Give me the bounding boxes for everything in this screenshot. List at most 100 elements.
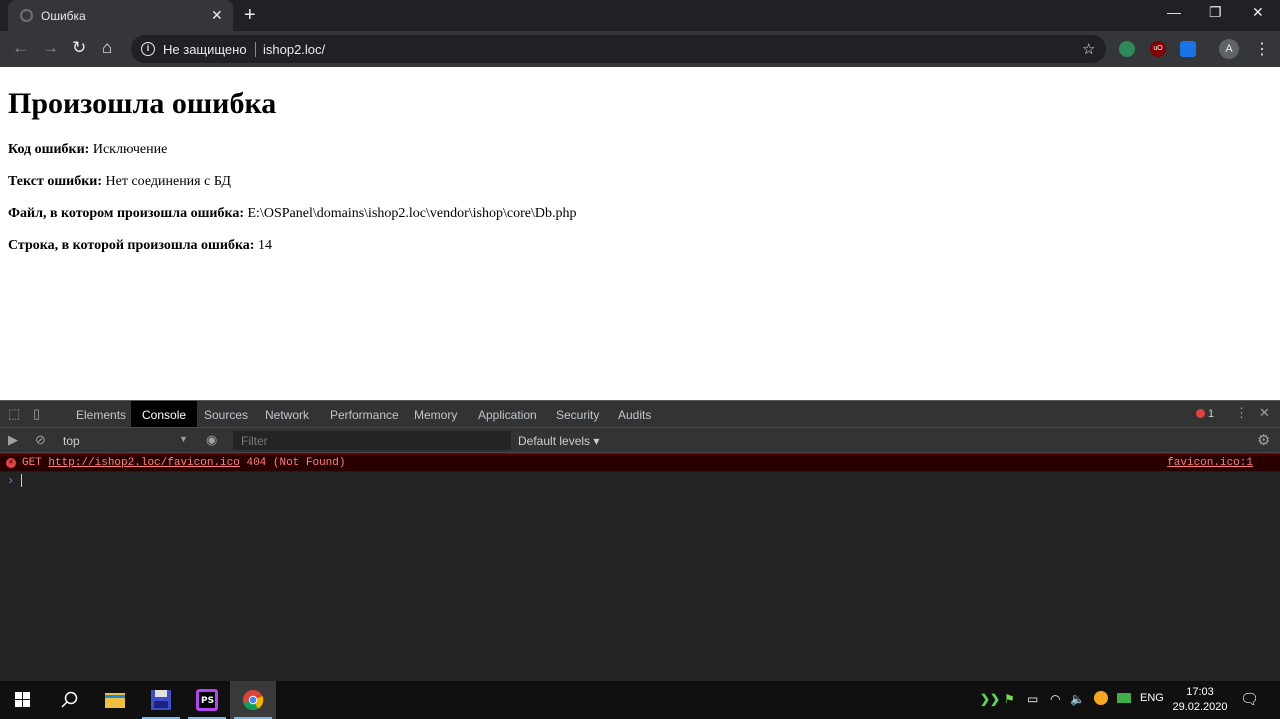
tab-console[interactable]: Console [131,401,198,427]
browser-tab[interactable]: Ошибка ✕ [8,0,233,31]
row-label: Код ошибки: [8,142,90,157]
tab-elements[interactable]: Elements [65,401,137,427]
devtools-tabbar: ⬚ ▯ Elements Console Sources Network Per… [0,401,1280,428]
security-label[interactable]: Не защищено [163,42,247,57]
taskbar-chrome[interactable] [230,681,276,719]
console-toolbar: ▶ ⊘ top ▼ ◉ Default levels ▾ ⚙ [0,428,1280,453]
globe-icon [20,9,33,22]
minimize-icon[interactable]: — [1167,4,1181,20]
chrome-icon [243,690,264,711]
row-value: Исключение [92,142,168,157]
search-button[interactable] [46,681,92,719]
notifications-icon[interactable]: 🗨 [1240,690,1259,708]
tab-network[interactable]: Network [254,401,320,427]
row-value: 14 [257,238,272,253]
home-icon[interactable]: ⌂ [102,39,112,57]
volume-icon[interactable]: 🔈 [1070,692,1085,706]
window-close-icon[interactable]: ✕ [1252,4,1264,20]
tab-audits[interactable]: Audits [607,401,662,427]
devtools-panel: ⬚ ▯ Elements Console Sources Network Per… [0,400,1280,681]
url-text[interactable]: ishop2.loc/ [263,42,325,57]
battery-icon[interactable]: ▭ [1027,692,1038,706]
log-levels-dropdown[interactable]: Default levels ▾ [518,434,599,448]
ublock-icon[interactable]: uO [1150,41,1166,57]
tab-application[interactable]: Application [467,401,548,427]
error-row-file: Файл, в котором произошла ошибка: E:\OSP… [8,206,576,222]
tab-security[interactable]: Security [545,401,610,427]
inspect-element-icon[interactable]: ⬚ [8,407,20,421]
error-dot-icon [1196,409,1205,418]
error-row-code: Код ошибки: Исключение [8,142,167,158]
wifi-icon[interactable]: ◠ [1050,692,1060,706]
sidebar-toggle-icon[interactable]: ▶ [8,433,18,447]
page-heading: Произошла ошибка [8,87,277,120]
taskbar-phpstorm[interactable]: PS [184,681,230,719]
console-prompt-icon: › [7,474,15,488]
start-button[interactable] [0,681,46,719]
row-label: Текст ошибки: [8,174,103,189]
new-tab-icon[interactable]: + [244,4,256,26]
error-row-line: Строка, в которой произошла ошибка: 14 [8,238,272,254]
bookmark-star-icon[interactable]: ☆ [1082,40,1095,58]
page-viewport: Произошла ошибка Код ошибки: Исключение … [0,67,1280,400]
error-icon: ✕ [6,458,16,468]
flag-icon[interactable]: ⚑ [1004,692,1015,706]
gear-icon[interactable]: ⚙ [1257,431,1270,449]
error-row-text: Текст ошибки: Нет соединения с БД [8,174,231,190]
phpstorm-icon: PS [196,689,218,711]
search-icon [61,691,78,708]
floppy-app-icon [151,690,171,710]
extension-blue-icon[interactable] [1180,41,1196,57]
log-levels-label: Default levels [518,434,591,448]
error-counter[interactable]: 1 [1196,408,1214,420]
error-url-link[interactable]: http://ishop2.loc/favicon.ico [48,457,239,469]
devtools-close-icon[interactable]: ✕ [1259,406,1270,420]
row-value: E:\OSPanel\domains\ishop2.loc\vendor\ish… [247,206,577,221]
tray-orange-icon[interactable] [1094,691,1108,705]
clock[interactable]: 17:03 29.02.2020 [1172,685,1228,715]
console-error-message: ✕ GET http://ishop2.loc/favicon.ico 404 … [0,454,1280,472]
device-toolbar-icon[interactable]: ▯ [33,407,40,421]
context-selector[interactable]: top [63,434,80,448]
row-value: Нет соединения с БД [105,174,231,189]
tray-app-icon[interactable]: ❯❯ [980,692,1000,706]
error-method: GET [22,457,42,469]
forward-icon[interactable]: → [42,39,59,57]
profile-avatar[interactable]: A [1219,39,1239,59]
row-label: Строка, в которой произошла ошибка: [8,238,255,253]
language-indicator[interactable]: ENG [1140,692,1164,704]
clear-console-icon[interactable]: ⊘ [35,433,46,447]
tab-performance[interactable]: Performance [319,401,410,427]
error-status: 404 (Not Found) [246,457,346,469]
tab-title: Ошибка [41,9,86,23]
eye-icon[interactable]: ◉ [206,433,217,447]
nvidia-icon[interactable] [1117,693,1131,703]
info-icon[interactable]: i [141,42,155,56]
extension-green-icon[interactable] [1119,41,1135,57]
folder-icon [105,693,125,708]
maximize-icon[interactable]: ❐ [1209,4,1222,20]
error-source-link[interactable]: favicon.ico:1 [1167,457,1253,469]
windows-taskbar: PS ❯❯ ⚑ ▭ ◠ 🔈 ENG 17:03 29.02.2020 🗨 [0,681,1280,719]
browser-menu-icon[interactable]: ⋮ [1254,39,1270,59]
error-text: GET http://ishop2.loc/favicon.ico 404 (N… [22,457,346,469]
tab-sources[interactable]: Sources [193,401,259,427]
clock-time: 17:03 [1186,686,1214,698]
address-bar[interactable]: i Не защищено ishop2.loc/ ☆ [131,35,1106,63]
taskbar-editor[interactable] [138,681,184,719]
tab-memory[interactable]: Memory [403,401,468,427]
taskbar-explorer[interactable] [92,681,138,719]
tab-close-icon[interactable]: ✕ [211,7,223,23]
chevron-down-icon[interactable]: ▼ [179,434,188,444]
svg-text:PS: PS [201,696,214,706]
browser-toolbar: ← → ↻ ⌂ i Не защищено ishop2.loc/ ☆ uO A… [0,31,1280,67]
console-filter-input[interactable] [233,431,511,450]
screen: Ошибка ✕ + — ❐ ✕ ← → ↻ ⌂ i Не защищено i… [0,0,1280,719]
back-icon[interactable]: ← [12,39,29,57]
error-count: 1 [1208,408,1215,420]
devtools-menu-icon[interactable]: ⋮ [1235,406,1248,420]
windows-logo-icon [15,692,30,707]
omnibox-divider [255,42,256,57]
console-input-caret[interactable] [21,474,22,487]
reload-icon[interactable]: ↻ [72,39,86,57]
